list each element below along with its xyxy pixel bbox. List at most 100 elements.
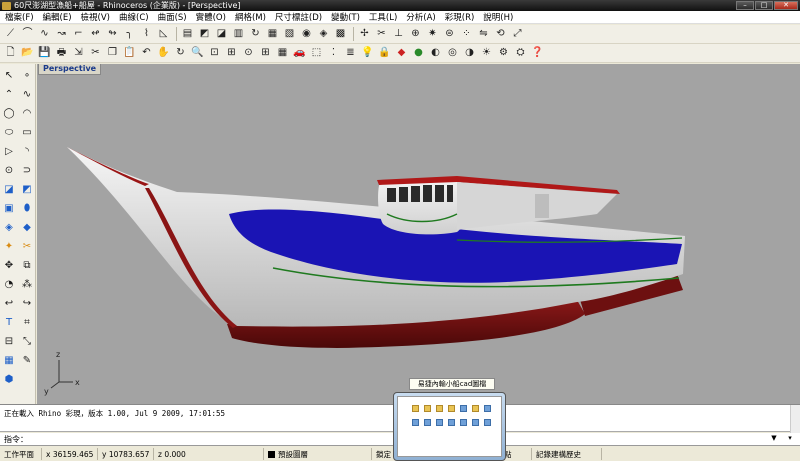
save-icon[interactable]: 💾 <box>37 46 52 61</box>
rebuild-icon[interactable]: ↬ <box>105 27 120 42</box>
explode-icon[interactable]: ✷ <box>425 27 440 42</box>
car-icon[interactable]: 🚗 <box>292 46 307 61</box>
close-button[interactable]: ✕ <box>774 1 798 10</box>
trim-icon[interactable]: ✂ <box>19 238 35 254</box>
surface-icon[interactable]: ◪ <box>1 181 17 197</box>
rhino-app-icon[interactable] <box>2 1 11 10</box>
open-icon[interactable]: 📂 <box>20 46 35 61</box>
lock-icon[interactable]: 🔒 <box>377 46 392 61</box>
menu-surface[interactable]: 曲面(S) <box>155 11 190 23</box>
revolve-icon[interactable]: ↻ <box>248 27 263 42</box>
rotate-icon[interactable]: ⟲ <box>493 27 508 42</box>
fea-icon[interactable]: ✢ <box>357 27 372 42</box>
menu-mesh[interactable]: 網格(M) <box>232 11 269 23</box>
menu-help[interactable]: 說明(H) <box>480 11 516 23</box>
offset-icon[interactable]: ⊜ <box>442 27 457 42</box>
extrude-icon[interactable]: ▤ <box>180 27 195 42</box>
material-icon[interactable]: ◆ <box>394 46 409 61</box>
freeform-icon[interactable]: ↝ <box>54 27 69 42</box>
edit-icon[interactable]: ✎ <box>19 352 35 368</box>
text-icon[interactable]: ↩ <box>1 295 17 311</box>
menu-view[interactable]: 檢視(V) <box>78 11 113 23</box>
cut-icon[interactable]: ✂ <box>88 46 103 61</box>
select-icon[interactable]: ⬚ <box>309 46 324 61</box>
layers-icon[interactable]: ≣ <box>343 46 358 61</box>
grid-toggle-icon[interactable]: ▦ <box>1 352 17 368</box>
paste-icon[interactable]: 📋 <box>122 46 137 61</box>
menu-transform[interactable]: 變動(T) <box>328 11 363 23</box>
curve-icon[interactable]: ∿ <box>37 27 52 42</box>
print-icon[interactable]: 🖶 <box>54 46 69 61</box>
arc-icon[interactable]: ◠ <box>19 105 35 121</box>
shaded-icon[interactable]: ◑ <box>462 46 477 61</box>
menu-edit[interactable]: 編輯(E) <box>40 11 75 23</box>
sweep2-icon[interactable]: ▥ <box>231 27 246 42</box>
solid-edit-icon[interactable]: ◈ <box>1 219 17 235</box>
sweep1-icon[interactable]: ◪ <box>214 27 229 42</box>
blend-icon[interactable]: ⌇ <box>139 27 154 42</box>
select-arrow-icon[interactable]: ↖ <box>1 67 17 83</box>
split-icon[interactable]: ⊥ <box>391 27 406 42</box>
four-views-icon[interactable]: ⊞ <box>258 46 273 61</box>
zoom-extents-icon[interactable]: ⊞ <box>224 46 239 61</box>
curve-icon[interactable]: ∿ <box>19 86 35 102</box>
menu-render[interactable]: 彩現(R) <box>442 11 478 23</box>
light-icon[interactable]: 💡 <box>360 46 375 61</box>
pan-icon[interactable]: ✋ <box>156 46 171 61</box>
spline-icon[interactable]: ↫ <box>88 27 103 42</box>
polyline-icon[interactable]: ⌃ <box>1 86 17 102</box>
menu-dimension[interactable]: 尺寸標註(D) <box>272 11 325 23</box>
menu-curve[interactable]: 曲線(C) <box>116 11 152 23</box>
ellipse-icon[interactable]: ⬭ <box>1 124 17 140</box>
thumbnail-frame[interactable] <box>393 392 506 461</box>
rectangle-icon[interactable]: ▭ <box>19 124 35 140</box>
cube-icon[interactable]: ⬢ <box>1 371 17 387</box>
perspective-viewport[interactable]: Perspective z x y <box>37 64 800 404</box>
sphere-icon[interactable]: ◎ <box>445 46 460 61</box>
move-icon[interactable]: ✥ <box>1 257 17 273</box>
dimension-icon[interactable]: ⁂ <box>19 276 35 292</box>
polygon-icon[interactable]: ▷ <box>1 143 17 159</box>
fillet-icon[interactable]: ╮ <box>122 27 137 42</box>
array-icon[interactable]: ↪ <box>19 295 35 311</box>
array-icon[interactable]: ⁘ <box>459 27 474 42</box>
chamfer-icon[interactable]: ◺ <box>156 27 171 42</box>
analyze-icon[interactable]: ◔ <box>1 276 17 292</box>
line-icon[interactable]: ⟋ <box>3 27 18 42</box>
loft-icon[interactable]: ◩ <box>197 27 212 42</box>
polyline-icon[interactable]: ⌐ <box>71 27 86 42</box>
command-options-icon[interactable]: ▾ <box>785 434 795 444</box>
curve-fillet-icon[interactable]: ◝ <box>19 143 35 159</box>
network-icon[interactable]: ▦ <box>265 27 280 42</box>
rotate-view-icon[interactable]: ↻ <box>173 46 188 61</box>
solid-boolean-icon[interactable]: ◆ <box>19 219 35 235</box>
offset-curve-icon[interactable]: ⊃ <box>19 162 35 178</box>
block-icon[interactable]: ⊟ <box>1 333 17 349</box>
arc-icon[interactable]: ⌒ <box>20 27 35 42</box>
join-icon[interactable]: ⊕ <box>408 27 423 42</box>
sun-icon[interactable]: ☀ <box>479 46 494 61</box>
maximize-button[interactable]: □ <box>755 1 773 10</box>
cylinder-icon[interactable]: ⬮ <box>19 200 35 216</box>
import-icon[interactable]: ⇲ <box>71 46 86 61</box>
zoom-selected-icon[interactable]: ⊙ <box>241 46 256 61</box>
point-icon[interactable]: ∘ <box>19 67 35 83</box>
command-history-scrollbar[interactable] <box>790 405 800 433</box>
patch-icon[interactable]: ▧ <box>282 27 297 42</box>
taskbar-thumbnail-popup[interactable]: 易捷內輸小船cad圖檔 <box>393 378 506 461</box>
render-preview-icon[interactable]: ⤡ <box>19 333 35 349</box>
copy-icon[interactable]: ❐ <box>105 46 120 61</box>
menu-solid[interactable]: 實體(O) <box>193 11 229 23</box>
box-icon[interactable]: ▣ <box>1 200 17 216</box>
cap-icon[interactable]: ◉ <box>299 27 314 42</box>
command-history-dropdown-icon[interactable]: ▼ <box>769 434 779 444</box>
circle-point-icon[interactable]: ⊙ <box>1 162 17 178</box>
mesh-icon[interactable]: ▩ <box>333 27 348 42</box>
menu-tools[interactable]: 工具(L) <box>366 11 400 23</box>
new-icon[interactable]: 🗋 <box>3 46 18 61</box>
scale-icon[interactable]: ⤢ <box>510 27 525 42</box>
minimize-button[interactable]: – <box>736 1 754 10</box>
trim-icon[interactable]: ✂ <box>374 27 389 42</box>
copy-transform-icon[interactable]: ⧉ <box>19 257 35 273</box>
circle-icon[interactable]: ◯ <box>1 105 17 121</box>
